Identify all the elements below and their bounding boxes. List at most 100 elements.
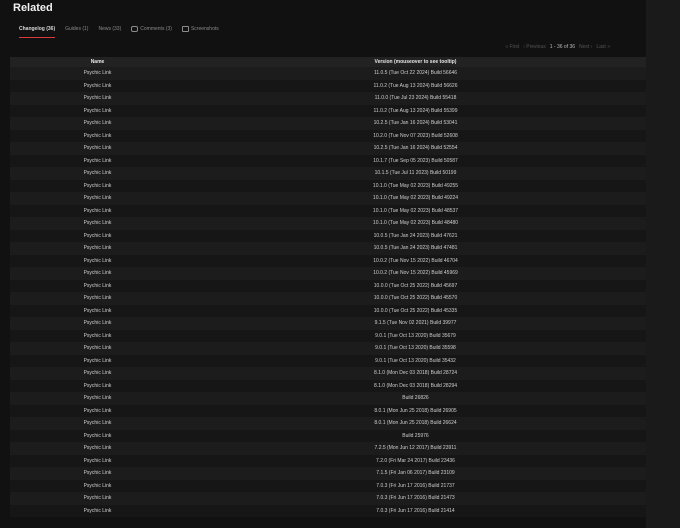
- row-name-link[interactable]: Psychic Link: [10, 258, 185, 264]
- table-row: Psychic Link 10.2.0 (Tue Nov 07 2023) Bui…: [10, 129, 646, 142]
- row-version: 11.0.2 (Tue Aug 13 2024) Build 55399: [373, 107, 458, 114]
- row-name-link[interactable]: Psychic Link: [10, 420, 185, 426]
- tab-screenshots-label: Screenshots: [190, 26, 219, 32]
- row-name-link[interactable]: Psychic Link: [10, 295, 185, 301]
- row-name-link[interactable]: Psychic Link: [10, 195, 185, 201]
- table-row: Psychic Link 7.2.0 (Fri Mar 24 2017) Buil…: [10, 454, 646, 467]
- row-version: 9.0.1 (Tue Oct 13 2020) Build 35432: [375, 357, 456, 364]
- row-name-link[interactable]: Psychic Link: [10, 345, 185, 351]
- table-header: Name Version (mouseover to see tooltip): [10, 57, 646, 67]
- column-header-name[interactable]: Name: [10, 59, 185, 65]
- row-version: 10.0.0 (Tue Oct 25 2022) Build 45335: [373, 307, 458, 314]
- row-name-link[interactable]: Psychic Link: [10, 170, 185, 176]
- row-name-link[interactable]: Psychic Link: [10, 158, 185, 164]
- row-name-link[interactable]: Psychic Link: [10, 370, 185, 376]
- row-name-link[interactable]: Psychic Link: [10, 145, 185, 151]
- row-name-link[interactable]: Psychic Link: [10, 433, 185, 439]
- pager-last[interactable]: Last »: [596, 44, 610, 50]
- column-header-version[interactable]: Version (mouseover to see tooltip): [185, 59, 646, 65]
- table-row: Psychic Link 11.0.2 (Tue Aug 13 2024) Bui…: [10, 104, 646, 117]
- row-name-link[interactable]: Psychic Link: [10, 270, 185, 276]
- tab-news-label: News (33): [98, 26, 122, 32]
- row-version: 11.0.2 (Tue Aug 13 2024) Build 56626: [373, 82, 458, 89]
- row-version: Build 26826: [402, 395, 429, 402]
- row-version: 7.1.5 (Fri Jan 06 2017) Build 23109: [376, 470, 455, 477]
- table-row: Psychic Link 9.0.1 (Tue Oct 13 2020) Buil…: [10, 329, 646, 342]
- row-name-link[interactable]: Psychic Link: [10, 70, 185, 76]
- tab-comments[interactable]: Comments (3): [131, 24, 172, 38]
- image-icon: [181, 26, 189, 32]
- row-name-link[interactable]: Psychic Link: [10, 120, 185, 126]
- row-name-link[interactable]: Psychic Link: [10, 408, 185, 414]
- row-name-link[interactable]: Psychic Link: [10, 245, 185, 251]
- table-row: Psychic Link 10.1.0 (Tue May 02 2023) Bui…: [10, 192, 646, 205]
- pager-next[interactable]: Next ›: [579, 44, 592, 50]
- tab-changelog[interactable]: Changelog (36): [19, 24, 56, 38]
- table-body: Psychic Link 11.0.5 (Tue Oct 22 2024) Bui…: [10, 67, 646, 517]
- row-version: 9.0.1 (Tue Oct 13 2020) Build 35598: [375, 345, 456, 352]
- tab-guides-label: Guides (1): [65, 26, 89, 32]
- row-name-link[interactable]: Psychic Link: [10, 133, 185, 139]
- row-name-link[interactable]: Psychic Link: [10, 508, 185, 514]
- row-version: 11.0.5 (Tue Oct 22 2024) Build 56646: [373, 70, 458, 77]
- row-version: 7.2.0 (Fri Mar 24 2017) Build 23436: [376, 457, 455, 464]
- pager-first[interactable]: « First: [505, 44, 519, 50]
- row-name-link[interactable]: Psychic Link: [10, 308, 185, 314]
- row-name-link[interactable]: Psychic Link: [10, 183, 185, 189]
- table-row: Psychic Link 8.1.0 (Mon Dec 03 2018) Buil…: [10, 367, 646, 380]
- row-version: 10.1.7 (Tue Sep 05 2023) Build 50587: [373, 157, 458, 164]
- changelog-table: Name Version (mouseover to see tooltip) …: [10, 57, 646, 517]
- table-row: Psychic Link 10.1.7 (Tue Sep 05 2023) Bui…: [10, 154, 646, 167]
- row-name-link[interactable]: Psychic Link: [10, 333, 185, 339]
- tab-screenshots[interactable]: Screenshots: [181, 24, 219, 38]
- row-name-link[interactable]: Psychic Link: [10, 470, 185, 476]
- row-version: 9.1.5 (Tue Nov 02 2021) Build 39977: [374, 320, 457, 327]
- table-row: Psychic Link 10.1.0 (Tue May 02 2023) Bui…: [10, 217, 646, 230]
- row-name-link[interactable]: Psychic Link: [10, 458, 185, 464]
- row-name-link[interactable]: Psychic Link: [10, 320, 185, 326]
- row-version: 8.1.0 (Mon Dec 03 2018) Build 28294: [373, 382, 458, 389]
- row-version: 10.0.2 (Tue Nov 15 2022) Build 46704: [373, 257, 458, 264]
- row-name-link[interactable]: Psychic Link: [10, 233, 185, 239]
- table-row: Psychic Link 11.0.0 (Tue Jul 23 2024) Bui…: [10, 92, 646, 105]
- table-row: Psychic Link Build 26826: [10, 392, 646, 405]
- pager-status: 1 - 36 of 36: [549, 44, 576, 50]
- tab-guides[interactable]: Guides (1): [65, 24, 88, 38]
- pager-prev[interactable]: ‹ Previous: [523, 44, 546, 50]
- table-row: Psychic Link 7.1.5 (Fri Jan 06 2017) Buil…: [10, 467, 646, 480]
- table-row: Psychic Link 7.0.3 (Fri Jun 17 2016) Buil…: [10, 504, 646, 517]
- row-version: 10.0.2 (Tue Nov 15 2022) Build 45969: [373, 270, 458, 277]
- row-name-link[interactable]: Psychic Link: [10, 220, 185, 226]
- tab-changelog-label: Changelog (36): [19, 26, 56, 32]
- tab-news[interactable]: News (33): [98, 24, 121, 38]
- row-version: 11.0.0 (Tue Jul 23 2024) Build 55418: [374, 95, 457, 102]
- table-row: Psychic Link 10.0.5 (Tue Jan 24 2023) Bui…: [10, 229, 646, 242]
- pagination: « First ‹ Previous 1 - 36 of 36 Next › L…: [505, 44, 610, 50]
- table-row: Psychic Link 10.0.2 (Tue Nov 15 2022) Bui…: [10, 254, 646, 267]
- row-name-link[interactable]: Psychic Link: [10, 83, 185, 89]
- table-row: Psychic Link 9.1.5 (Tue Nov 02 2021) Buil…: [10, 317, 646, 330]
- table-row: Psychic Link 10.0.2 (Tue Nov 15 2022) Bui…: [10, 267, 646, 280]
- row-name-link[interactable]: Psychic Link: [10, 395, 185, 401]
- table-row: Psychic Link 10.0.0 (Tue Oct 25 2022) Bui…: [10, 292, 646, 305]
- table-row: Psychic Link 10.1.5 (Tue Jul 11 2023) Bui…: [10, 167, 646, 180]
- row-version: 8.0.1 (Mon Jun 25 2018) Build 26624: [374, 420, 457, 427]
- row-version: 10.1.0 (Tue May 02 2023) Build 49255: [372, 182, 459, 189]
- row-name-link[interactable]: Psychic Link: [10, 108, 185, 114]
- table-row: Psychic Link 8.0.1 (Mon Jun 25 2018) Buil…: [10, 404, 646, 417]
- row-version: 7.0.3 (Fri Jun 17 2016) Build 21737: [376, 482, 455, 489]
- row-name-link[interactable]: Psychic Link: [10, 95, 185, 101]
- row-name-link[interactable]: Psychic Link: [10, 495, 185, 501]
- row-version: 10.0.0 (Tue Oct 25 2022) Build 45570: [373, 295, 458, 302]
- row-name-link[interactable]: Psychic Link: [10, 283, 185, 289]
- row-name-link[interactable]: Psychic Link: [10, 483, 185, 489]
- table-row: Psychic Link Build 25976: [10, 429, 646, 442]
- row-name-link[interactable]: Psychic Link: [10, 383, 185, 389]
- row-name-link[interactable]: Psychic Link: [10, 445, 185, 451]
- row-version: 7.2.5 (Mon Jun 12 2017) Build 23911: [374, 445, 457, 452]
- table-row: Psychic Link 10.1.0 (Tue May 02 2023) Bui…: [10, 204, 646, 217]
- row-version: 9.0.1 (Tue Oct 13 2020) Build 35679: [375, 332, 456, 339]
- row-name-link[interactable]: Psychic Link: [10, 208, 185, 214]
- row-version: 10.2.5 (Tue Jan 16 2024) Build 52554: [373, 145, 458, 152]
- row-name-link[interactable]: Psychic Link: [10, 358, 185, 364]
